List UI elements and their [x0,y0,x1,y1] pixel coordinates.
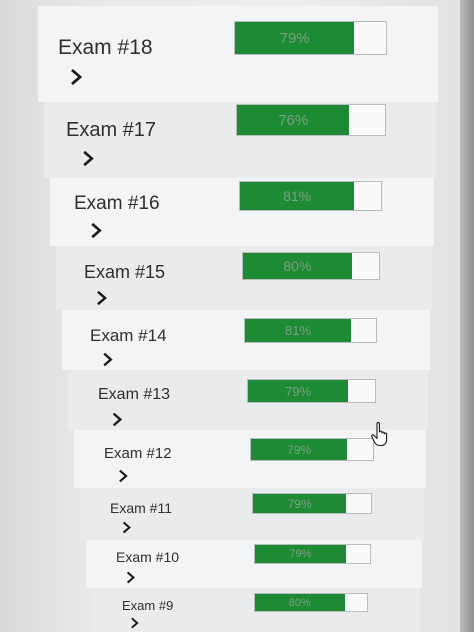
exam-title: Exam #9 [122,598,174,613]
exam-row[interactable]: Exam #18 79% [38,6,438,102]
score-percentage: 79% [289,548,312,560]
exam-title: Exam #12 [104,445,172,462]
exam-list: Exam #18 79% Exam #17 76% Exam #16 81% E… [0,0,474,632]
exam-row[interactable]: Exam #10 79% [86,540,422,588]
score-percentage: 79% [287,496,312,511]
score-progress-bar: 79% [250,438,374,461]
score-progress-bar: 79% [254,544,371,564]
exam-row[interactable]: Exam #14 81% [62,310,430,370]
score-progress-bar: 80% [254,593,368,612]
score-progress-bar: 81% [239,181,382,211]
exam-title: Exam #13 [98,386,171,403]
score-percentage: 80% [288,596,311,609]
hand-pointer-icon [371,421,388,447]
score-progress-bar: 76% [236,104,386,136]
chevron-right-icon[interactable] [126,571,135,584]
score-progress-bar: 79% [247,379,376,403]
exam-row[interactable]: Exam #15 80% [56,246,432,310]
exam-row[interactable]: Exam #17 76% [44,102,436,178]
exam-row[interactable]: Exam #11 79% [80,488,424,540]
score-progress-bar: 80% [242,252,380,280]
chevron-right-icon[interactable] [122,521,131,534]
exam-title: Exam #11 [110,500,172,516]
chevron-right-icon[interactable] [112,412,122,427]
chevron-right-icon[interactable] [118,469,128,483]
exam-row[interactable]: Exam #9 80% [92,588,420,632]
score-percentage: 80% [283,258,312,274]
chevron-right-icon[interactable] [96,290,107,306]
exam-title: Exam #16 [74,193,160,214]
chevron-right-icon[interactable] [130,617,139,629]
exam-title: Exam #14 [90,326,167,345]
score-percentage: 81% [285,323,312,338]
score-percentage: 79% [285,383,312,399]
score-progress-bar: 81% [244,318,377,343]
score-progress-bar: 79% [234,21,387,55]
exam-row[interactable]: Exam #16 81% [50,178,434,246]
exam-title: Exam #17 [66,119,157,141]
chevron-right-icon[interactable] [82,150,94,167]
score-percentage: 76% [278,111,309,129]
exam-title: Exam #18 [58,36,153,59]
exam-title: Exam #10 [116,549,180,565]
chevron-right-icon[interactable] [90,222,102,239]
exam-title: Exam #15 [84,262,166,282]
score-progress-bar: 79% [252,493,372,514]
chevron-right-icon[interactable] [70,68,82,86]
score-percentage: 81% [283,188,312,204]
score-percentage: 79% [279,29,310,47]
chevron-right-icon[interactable] [102,352,113,367]
score-percentage: 79% [287,442,312,457]
